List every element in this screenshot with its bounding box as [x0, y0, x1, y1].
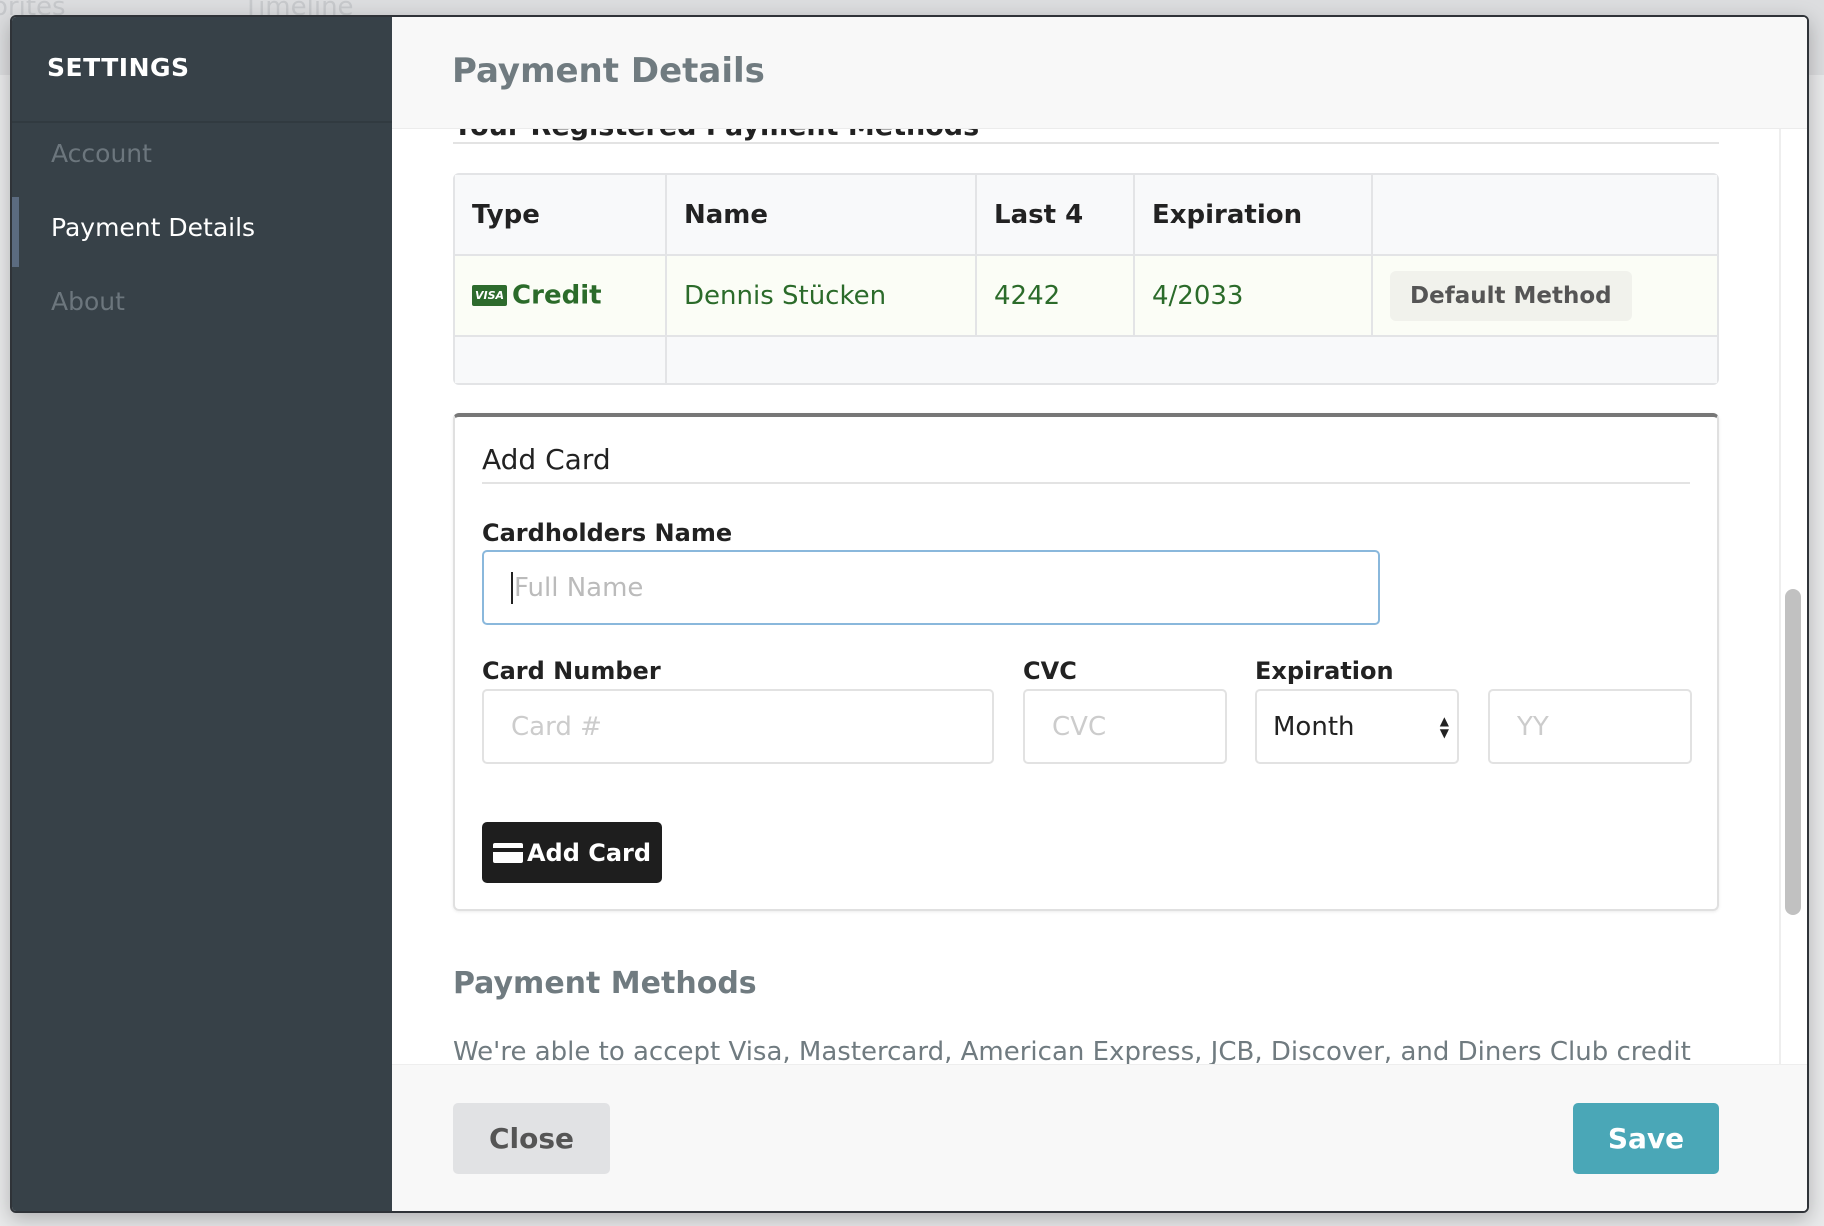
credit-card-icon: [492, 842, 523, 863]
month-select[interactable]: Month ▲ ▼: [1255, 689, 1459, 764]
name-cell: Dennis Stücken: [667, 256, 977, 337]
add-card-button-label: Add Card: [526, 838, 652, 867]
name-placeholder: Full Name: [514, 572, 644, 603]
table-header: Type Name Last 4 Expiration: [455, 175, 1717, 256]
sidebar-item-about[interactable]: About: [51, 287, 125, 316]
col-type: Type: [455, 175, 667, 256]
sidebar-title: SETTINGS: [12, 17, 392, 123]
page-title: Payment Details: [452, 51, 765, 91]
main-panel: Payment Details Your Registered Payment …: [392, 17, 1807, 1211]
empty-cell: [667, 337, 1717, 383]
registered-methods-title: Your Registered Payment Methods: [453, 129, 1719, 144]
col-name: Name: [667, 175, 977, 256]
month-value: Month: [1273, 711, 1355, 742]
empty-cell: [455, 337, 667, 383]
add-card-button[interactable]: Add Card: [482, 822, 662, 883]
sidebar-item-payment-details[interactable]: Payment Details: [51, 213, 255, 242]
visa-icon: VISA: [472, 285, 508, 307]
add-card-panel: Add Card Cardholders Name Full Name Card…: [453, 413, 1719, 911]
close-button[interactable]: Close: [453, 1103, 610, 1174]
card-number-label: Card Number: [482, 657, 661, 685]
add-card-title: Add Card: [482, 443, 1690, 484]
table-row-empty: [455, 337, 1717, 383]
cardholder-name-input[interactable]: Full Name: [482, 550, 1380, 625]
cardholder-name-label: Cardholders Name: [482, 519, 733, 547]
cvc-input[interactable]: CVC: [1023, 689, 1227, 764]
header: Payment Details: [392, 17, 1807, 129]
type-cell: VISA Credit: [455, 256, 667, 337]
scroll-track-border: [1779, 129, 1781, 1064]
col-actions: [1373, 175, 1717, 256]
card-type: Credit: [512, 280, 602, 311]
col-last4: Last 4: [977, 175, 1135, 256]
sidebar-item-account[interactable]: Account: [51, 139, 152, 168]
year-input[interactable]: YY: [1488, 689, 1692, 764]
actions-cell: Default Method: [1373, 256, 1717, 337]
settings-modal: SETTINGS Account Payment Details About P…: [10, 15, 1809, 1213]
col-expiration: Expiration: [1135, 175, 1373, 256]
scrollbar[interactable]: [1785, 589, 1801, 915]
payment-methods-text: We're able to accept Visa, Mastercard, A…: [453, 1037, 1691, 1064]
table-row: VISA Credit Dennis Stücken 4242 4/2033 De…: [455, 256, 1717, 337]
active-indicator: [12, 197, 19, 267]
cvc-label: CVC: [1023, 657, 1077, 685]
scroll-area: Your Registered Payment Methods Type Nam…: [392, 129, 1807, 1064]
save-button[interactable]: Save: [1573, 1103, 1719, 1174]
default-method-badge: Default Method: [1390, 270, 1632, 321]
sidebar: SETTINGS Account Payment Details About: [12, 17, 392, 1211]
footer: Close Save: [392, 1064, 1807, 1211]
updown-arrows-icon: ▲ ▼: [1439, 714, 1449, 740]
last4-cell: 4242: [977, 256, 1135, 337]
expiration-cell: 4/2033: [1135, 256, 1373, 337]
payment-methods-heading: Payment Methods: [453, 966, 757, 1001]
card-number-input[interactable]: Card #: [482, 689, 994, 764]
expiration-label: Expiration: [1255, 657, 1394, 685]
payment-methods-table: Type Name Last 4 Expiration VISA Credit D…: [453, 173, 1719, 385]
text-cursor: [511, 571, 513, 604]
